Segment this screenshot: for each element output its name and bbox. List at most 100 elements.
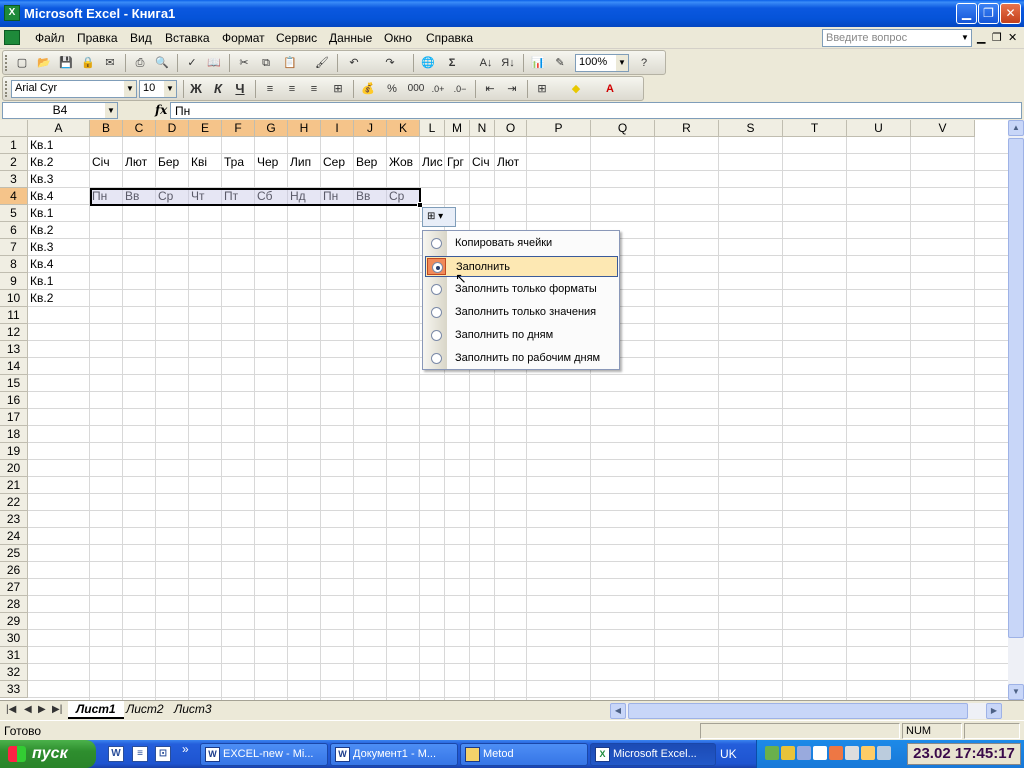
cell-N2[interactable]: Січ (470, 154, 495, 171)
row-header-25[interactable]: 25 (0, 545, 28, 562)
autofill-copy-cells[interactable]: Копировать ячейки (425, 233, 618, 254)
cell-J2[interactable]: Вер (354, 154, 387, 171)
row-header-23[interactable]: 23 (0, 511, 28, 528)
increase-decimal-icon[interactable]: .0+ (429, 80, 447, 98)
worksheet-grid[interactable]: ABCDEFGHIJKLMNOPQRSTUV 1 2 3 4 5 6 7 8 9 10 11 12 13… (0, 120, 1008, 700)
quicklaunch-expand-icon[interactable]: » (182, 742, 189, 756)
insert-function-icon[interactable]: fx (155, 103, 167, 117)
currency-icon[interactable]: 💰 (359, 80, 377, 98)
toolbar-grip[interactable] (5, 81, 8, 97)
row-header-27[interactable]: 27 (0, 579, 28, 596)
name-box[interactable]: B4 ▼ (2, 102, 118, 119)
prev-sheet-icon[interactable]: ◀ (24, 704, 32, 715)
row-header-11[interactable]: 11 (0, 307, 28, 324)
row-header-2[interactable]: 2 (0, 154, 28, 171)
row-header-31[interactable]: 31 (0, 647, 28, 664)
sheet-tab-3[interactable]: Лист3 (166, 701, 220, 719)
column-header-Q[interactable]: Q (591, 120, 655, 137)
cell-L2[interactable]: Лис (420, 154, 445, 171)
tray-shield-icon[interactable] (813, 746, 827, 760)
column-header-N[interactable]: N (470, 120, 495, 137)
spelling-icon[interactable]: ✓ (183, 54, 201, 72)
row-header-21[interactable]: 21 (0, 477, 28, 494)
restore-button[interactable]: ❐ (978, 3, 999, 24)
autofill-fill-series[interactable]: Заполнить (425, 256, 618, 277)
format-painter-icon[interactable]: 🖌 (313, 54, 331, 72)
column-header-B[interactable]: B (90, 120, 123, 137)
task-excel-new[interactable]: W EXCEL-new - Mi... (200, 743, 328, 766)
menu-data[interactable]: Данные (329, 31, 372, 45)
toolbar-grip[interactable] (5, 55, 8, 71)
scroll-down-icon[interactable]: ▼ (1008, 684, 1024, 700)
italic-button[interactable]: К (209, 80, 227, 98)
task-document1[interactable]: W Документ1 - М... (330, 743, 458, 766)
first-sheet-icon[interactable]: |◀ (6, 704, 16, 715)
row-header-1[interactable]: 1 (0, 137, 28, 154)
permission-icon[interactable]: 🔒 (79, 54, 97, 72)
sort-descending-icon[interactable]: Я↓ (499, 54, 517, 72)
merge-center-icon[interactable]: ⊞ (329, 80, 347, 98)
column-header-G[interactable]: G (255, 120, 288, 137)
vertical-scroll-thumb[interactable] (1008, 138, 1024, 638)
cell-A5[interactable]: Кв.1 (28, 205, 90, 222)
column-header-V[interactable]: V (911, 120, 975, 137)
copy-icon[interactable]: ⧉ (257, 54, 275, 72)
row-header-7[interactable]: 7 (0, 239, 28, 256)
cell-E2[interactable]: Кві (189, 154, 222, 171)
column-header-O[interactable]: O (495, 120, 527, 137)
horizontal-scrollbar[interactable]: ◀ ▶ (610, 703, 1002, 719)
row-header-29[interactable]: 29 (0, 613, 28, 630)
row-header-10[interactable]: 10 (0, 290, 28, 307)
column-header-D[interactable]: D (156, 120, 189, 137)
menu-window[interactable]: Окно (384, 31, 412, 45)
help-question-input[interactable]: Введите вопрос ▼ (822, 29, 972, 47)
help-icon[interactable]: ? (635, 54, 653, 72)
print-preview-icon[interactable]: 🔍 (153, 54, 171, 72)
zoom-select[interactable]: 100% ▼ (575, 54, 629, 72)
row-header-18[interactable]: 18 (0, 426, 28, 443)
cell-O2[interactable]: Лют (495, 154, 527, 171)
cut-icon[interactable]: ✂ (235, 54, 253, 72)
menu-edit[interactable]: Правка (77, 31, 118, 45)
selected-range[interactable] (90, 188, 421, 206)
minimize-button[interactable]: ▁ (956, 3, 977, 24)
doc-restore-icon[interactable]: ❐ (992, 31, 1002, 44)
underline-button[interactable]: Ч (231, 80, 249, 98)
sort-ascending-icon[interactable]: A↓ (477, 54, 495, 72)
app-quicklaunch-icon[interactable]: ⊡ (155, 746, 171, 762)
next-sheet-icon[interactable]: ▶ (38, 704, 46, 715)
increase-indent-icon[interactable]: ⇥ (503, 80, 521, 98)
autofill-options-button[interactable]: ⊞ ▾ (422, 207, 456, 227)
row-header-3[interactable]: 3 (0, 171, 28, 188)
menu-view[interactable]: Вид (130, 31, 152, 45)
undo-icon[interactable]: ↶ (345, 54, 363, 72)
notepad-quicklaunch-icon[interactable]: ≡ (132, 746, 148, 762)
chart-wizard-icon[interactable]: 📊 (529, 54, 547, 72)
workbook-icon[interactable] (4, 30, 20, 45)
row-header-19[interactable]: 19 (0, 443, 28, 460)
row-header-15[interactable]: 15 (0, 375, 28, 392)
autofill-formats-only[interactable]: Заполнить только форматы (425, 279, 618, 300)
row-header-32[interactable]: 32 (0, 664, 28, 681)
close-button[interactable]: ✕ (1000, 3, 1021, 24)
align-center-icon[interactable]: ≡ (283, 80, 301, 98)
autosum-icon[interactable]: Σ (443, 54, 461, 72)
drawing-icon[interactable]: ✎ (551, 54, 569, 72)
row-header-26[interactable]: 26 (0, 562, 28, 579)
cell-M2[interactable]: Грг (445, 154, 470, 171)
tray-volume-icon[interactable] (877, 746, 891, 760)
column-header-A[interactable]: A (28, 120, 90, 137)
task-microsoft-excel[interactable]: X Microsoft Excel... (590, 743, 716, 766)
last-sheet-icon[interactable]: ▶| (52, 704, 62, 715)
cell-B2[interactable]: Січ (90, 154, 123, 171)
row-header-16[interactable]: 16 (0, 392, 28, 409)
column-header-M[interactable]: M (445, 120, 470, 137)
research-icon[interactable]: 📖 (205, 54, 223, 72)
email-icon[interactable]: ✉ (101, 54, 119, 72)
cell-I2[interactable]: Сер (321, 154, 354, 171)
open-icon[interactable]: 📂 (35, 54, 53, 72)
cell-A6[interactable]: Кв.2 (28, 222, 90, 239)
tray-network-icon[interactable] (797, 746, 811, 760)
autofill-values-only[interactable]: Заполнить только значения (425, 302, 618, 323)
word-quicklaunch-icon[interactable]: W (108, 746, 124, 762)
